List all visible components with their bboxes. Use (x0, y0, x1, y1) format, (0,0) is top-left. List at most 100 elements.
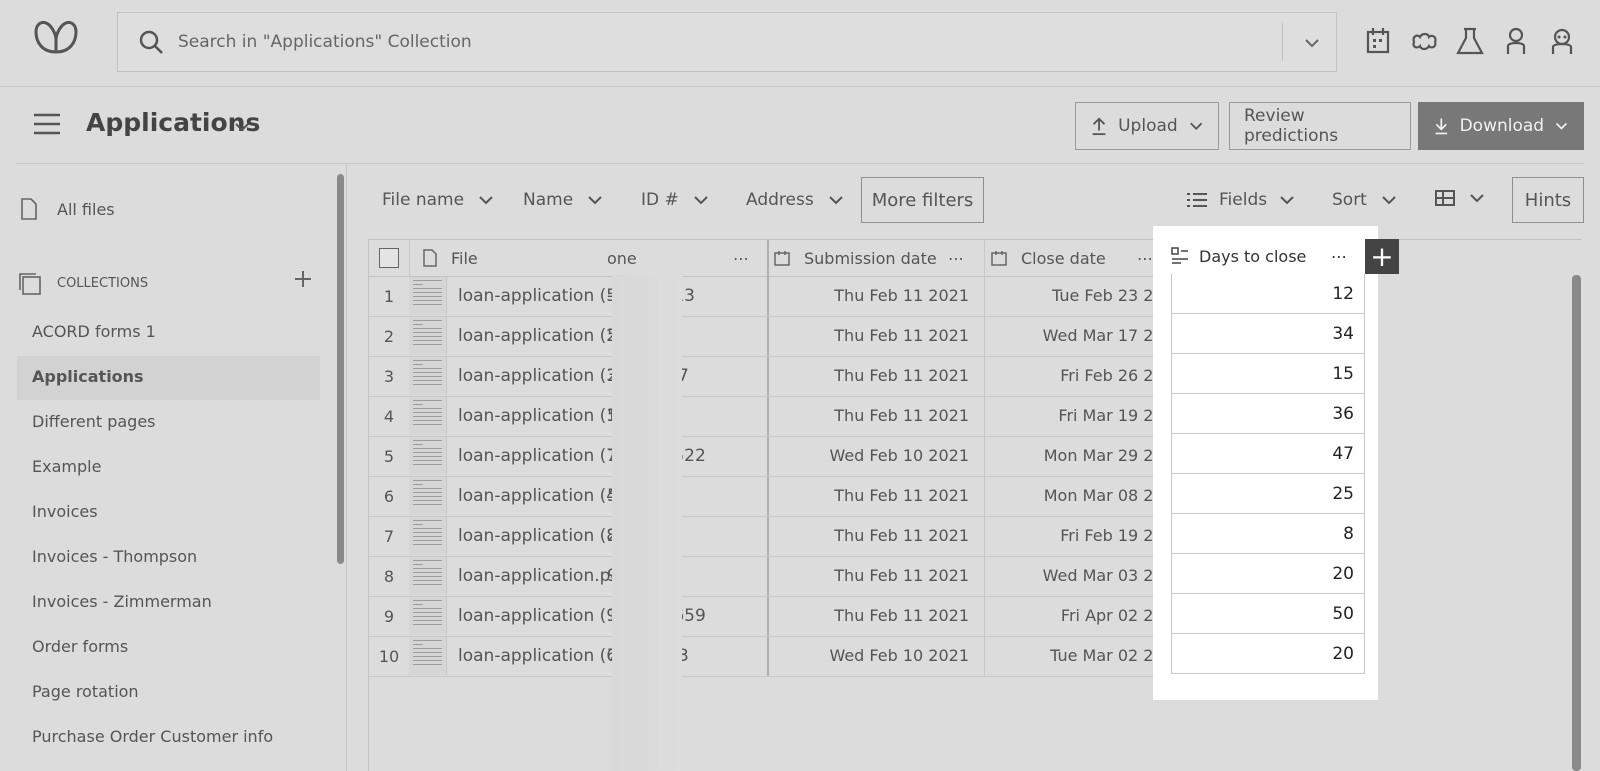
download-button[interactable]: Download (1418, 102, 1584, 150)
more-options-icon[interactable]: ⋯ (733, 240, 749, 276)
file-thumbnail[interactable] (409, 357, 447, 395)
days-to-close-value: 20 (1332, 644, 1354, 664)
hints-button[interactable]: Hints (1512, 177, 1584, 223)
sidebar-item-applications[interactable]: Applications (32, 367, 144, 386)
file-name-cell[interactable]: loan-application.pdf (458, 566, 627, 586)
more-options-icon[interactable]: ⋯ (948, 240, 964, 276)
user-icon[interactable] (1502, 26, 1530, 56)
fields-label: Fields (1219, 190, 1268, 210)
table-row[interactable]: 10loan-application (6).p753-5223Wed Feb … (369, 637, 1184, 677)
more-filters-button[interactable]: More filters (861, 177, 984, 223)
file-thumbnail[interactable] (409, 597, 447, 635)
row-number: 1 (383, 287, 395, 306)
table-row[interactable]: 4loan-application (1).p51-5628Thu Feb 11… (369, 397, 1184, 437)
review-predictions-button[interactable]: Review predictions (1229, 102, 1411, 150)
submission-date-cell: Wed Feb 10 2021 (829, 646, 969, 665)
search-dropdown-chevron-icon[interactable] (1300, 31, 1324, 55)
sidebar-scrollbar[interactable] (337, 174, 344, 564)
grid-scrollbar[interactable] (1572, 275, 1581, 771)
days-to-close-cell: 15 (1171, 354, 1365, 394)
file-thumbnail[interactable] (409, 277, 447, 315)
sort-menu[interactable]: Sort (1332, 190, 1397, 210)
row-number: 7 (383, 527, 395, 546)
submission-date-cell: Thu Feb 11 2021 (834, 526, 969, 545)
search-icon (139, 30, 163, 54)
table-row[interactable]: 6loan-application (4).p56-6546Thu Feb 11… (369, 477, 1184, 517)
file-thumbnail[interactable] (409, 397, 447, 435)
column-header-submission-date[interactable]: Submission date (774, 240, 937, 276)
row-number: 4 (383, 407, 395, 426)
calculated-field-icon (1171, 247, 1188, 264)
upload-icon (1092, 117, 1106, 136)
search-input[interactable] (178, 25, 1178, 59)
filter-file-name[interactable]: File name (382, 190, 494, 210)
upload-button[interactable]: Upload (1075, 102, 1219, 150)
sidebar-item-different-pages[interactable]: Different pages (32, 412, 156, 431)
days-to-close-cell: 20 (1171, 634, 1365, 674)
column-header-days-to-close-label: Days to close (1199, 246, 1307, 266)
days-to-close-value: 36 (1332, 404, 1354, 424)
days-to-close-cell: 47 (1171, 434, 1365, 474)
table-row[interactable]: 9loan-application (9).p1-997-6659Thu Feb… (369, 597, 1184, 637)
brand-logo-icon[interactable] (34, 18, 78, 56)
file-thumbnail[interactable] (409, 437, 447, 475)
more-options-icon[interactable]: ⋯ (1331, 247, 1347, 266)
sidebar-item-acord-forms-1[interactable]: ACORD forms 1 (32, 322, 156, 341)
file-thumbnail[interactable] (409, 517, 447, 555)
days-to-close-cell: 25 (1171, 474, 1365, 514)
table-row[interactable]: 1loan-application (5).p-008-0413Thu Feb … (369, 277, 1184, 317)
file-thumbnail[interactable] (409, 317, 447, 355)
sidebar-item-order-forms[interactable]: Order forms (32, 637, 128, 656)
upload-chevron-down-icon (1189, 122, 1202, 131)
more-options-icon[interactable]: ⋯ (1137, 240, 1153, 276)
row-number: 8 (383, 567, 395, 586)
search-bar (117, 12, 1337, 72)
days-to-close-value: 50 (1332, 604, 1354, 624)
fields-menu[interactable]: Fields (1187, 190, 1295, 210)
filter-address[interactable]: Address (746, 190, 844, 210)
table-row[interactable]: 7loan-application (8).p25649Thu Feb 11 2… (369, 517, 1184, 557)
column-header-file[interactable]: File (423, 240, 478, 276)
column-header-days-to-close[interactable]: Days to close ⋯ (1171, 238, 1347, 274)
view-toggle[interactable] (1435, 190, 1485, 206)
days-to-close-value: 25 (1332, 484, 1354, 504)
brain-icon[interactable] (1410, 26, 1438, 56)
submission-date-cell: Thu Feb 11 2021 (834, 366, 969, 385)
filter-id[interactable]: ID # (641, 190, 709, 210)
flask-icon[interactable] (1456, 26, 1484, 56)
sidebar-item-purchase-order-customer-info[interactable]: Purchase Order Customer info (32, 727, 273, 746)
days-to-close-value: 12 (1332, 284, 1354, 304)
row-number: 9 (383, 607, 395, 626)
filter-bar: File name Name ID # Address More filters… (347, 176, 1587, 226)
sidebar-item-example[interactable]: Example (32, 457, 101, 476)
column-header-submission-date-label: Submission date (804, 248, 937, 268)
days-to-close-value: 20 (1332, 564, 1354, 584)
filter-name[interactable]: Name (523, 190, 603, 210)
column-header-file-label: File (451, 248, 478, 268)
filter-name-label: Name (523, 190, 574, 210)
sidebar-item-invoices-zimmerman[interactable]: Invoices - Zimmerman (32, 592, 212, 611)
sidebar-item-invoices[interactable]: Invoices (32, 502, 98, 521)
menu-icon[interactable] (34, 112, 60, 136)
file-thumbnail[interactable] (409, 557, 447, 595)
column-header-close-date[interactable]: Close date (991, 240, 1106, 276)
add-collection-plus-icon[interactable] (294, 270, 312, 288)
file-icon (21, 198, 37, 220)
table-row[interactable]: 2loan-application (2).p5-8485Thu Feb 11 … (369, 317, 1184, 357)
calendar-icon[interactable] (1364, 26, 1392, 56)
select-all-checkbox[interactable] (379, 240, 399, 276)
sidebar-item-all-files[interactable]: All files (57, 200, 115, 219)
table-row[interactable]: 3loan-application (3).p204-9097Thu Feb 1… (369, 357, 1184, 397)
table-row[interactable]: 8loan-application.pdf9.7280Thu Feb 11 20… (369, 557, 1184, 597)
file-thumbnail[interactable] (409, 477, 447, 515)
sidebar-item-invoices-thompson[interactable]: Invoices - Thompson (32, 547, 197, 566)
table-row[interactable]: 5loan-application (7).p1-902-3522Wed Feb… (369, 437, 1184, 477)
bot-avatar-icon[interactable] (1548, 26, 1576, 56)
top-bar (0, 0, 1600, 87)
title-chevron-down-icon[interactable] (232, 118, 252, 136)
column-header-phone[interactable]: one (607, 240, 637, 276)
chevron-down-icon (588, 196, 602, 205)
add-column-plus-button[interactable]: + (1365, 239, 1399, 274)
sidebar-item-page-rotation[interactable]: Page rotation (32, 682, 139, 701)
file-thumbnail[interactable] (409, 637, 447, 675)
